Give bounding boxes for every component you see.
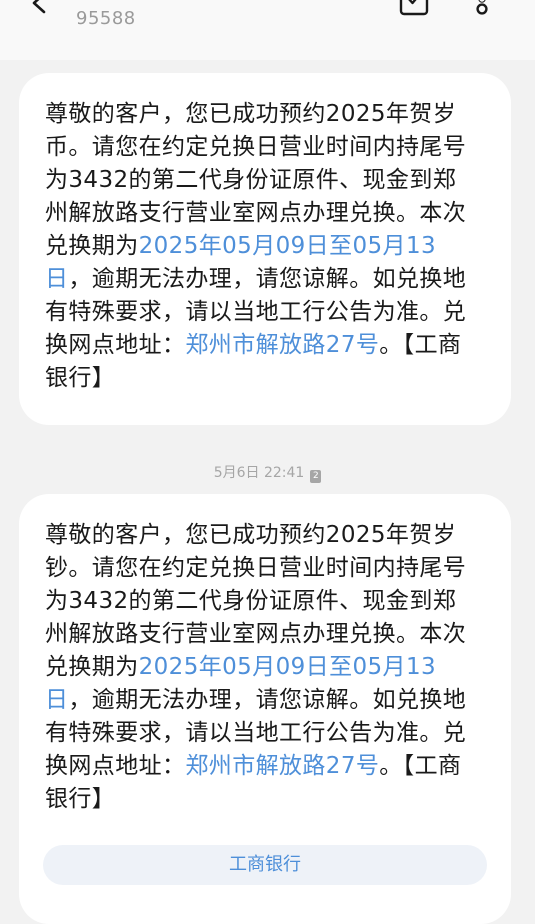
sender-number: 95588	[76, 8, 136, 29]
message-line: 币。请您在约定兑换日营业时间内持尾号	[45, 131, 490, 164]
message-line: 日，逾期无法办理，请您谅解。如兑换地	[45, 684, 490, 717]
message-line: 换网点地址：郑州市解放路27号。【工商	[45, 750, 490, 783]
more-vertical-icon[interactable]	[475, 0, 489, 18]
text-segment: 州解放路支行营业室网点办理兑换。本次	[45, 621, 467, 647]
message-line: 钞。请您在约定兑换日营业时间内持尾号	[45, 552, 490, 585]
message-line: 州解放路支行营业室网点办理兑换。本次	[45, 618, 490, 651]
address-link[interactable]: 郑州市解放路27号	[185, 753, 379, 779]
text-segment: 币。请您在约定兑换日营业时间内持尾号	[45, 134, 467, 160]
message-text: 尊敬的客户，您已成功预约2025年贺岁 币。请您在约定兑换日营业时间内持尾号 为…	[45, 98, 490, 395]
message-text: 尊敬的客户，您已成功预约2025年贺岁 钞。请您在约定兑换日营业时间内持尾号 为…	[45, 519, 490, 816]
text-segment: 州解放路支行营业室网点办理兑换。本次	[45, 200, 467, 226]
message-line: 州解放路支行营业室网点办理兑换。本次	[45, 197, 490, 230]
message-line: 为3432的第二代身份证原件、现金到郑	[45, 585, 490, 618]
message-line: 为3432的第二代身份证原件、现金到郑	[45, 164, 490, 197]
text-segment: ，逾期无法办理，请您谅解。如兑换地	[68, 266, 467, 292]
text-segment: 为3432的第二代身份证原件、现金到郑	[45, 167, 457, 193]
text-segment: 。【工商	[379, 332, 462, 358]
text-segment: 。【工商	[379, 753, 462, 779]
message-line: 换网点地址：郑州市解放路27号。【工商	[45, 329, 490, 362]
message-line: 兑换期为2025年05月09日至05月13	[45, 230, 490, 263]
timestamp-text: 5月6日 22:41	[213, 465, 305, 481]
date-link[interactable]: 2025年05月09日至05月13	[139, 233, 436, 259]
date-link[interactable]: 日	[45, 266, 68, 292]
text-segment: 银行】	[45, 365, 116, 391]
text-segment: 尊敬的客户，您已成功预约2025年贺岁	[45, 101, 457, 127]
back-arrow-icon[interactable]	[28, 0, 50, 14]
message-line: 有特殊要求，请以当地工行公告为准。兑	[45, 296, 490, 329]
message-line: 银行】	[45, 362, 490, 395]
message-bubble[interactable]: 尊敬的客户，您已成功预约2025年贺岁 钞。请您在约定兑换日营业时间内持尾号 为…	[19, 494, 511, 924]
message-line: 日，逾期无法办理，请您谅解。如兑换地	[45, 263, 490, 296]
message-timestamp: 5月6日 22:41 2	[0, 462, 535, 483]
message-line: 尊敬的客户，您已成功预约2025年贺岁	[45, 519, 490, 552]
message-line: 兑换期为2025年05月09日至05月13	[45, 651, 490, 684]
text-segment: 兑换期为	[45, 654, 139, 680]
message-bubble[interactable]: 尊敬的客户，您已成功预约2025年贺岁 币。请您在约定兑换日营业时间内持尾号 为…	[19, 73, 511, 425]
text-segment: 银行】	[45, 786, 116, 812]
sim-card-icon: 2	[310, 470, 322, 483]
text-segment: 兑换期为	[45, 233, 139, 259]
text-segment: 尊敬的客户，您已成功预约2025年贺岁	[45, 522, 457, 548]
conversation-header: 95588	[0, 0, 535, 60]
text-segment: 为3432的第二代身份证原件、现金到郑	[45, 588, 457, 614]
text-segment: 换网点地址：	[45, 332, 186, 358]
message-line: 银行】	[45, 783, 490, 816]
text-segment: 换网点地址：	[45, 753, 186, 779]
text-segment: 钞。请您在约定兑换日营业时间内持尾号	[45, 555, 467, 581]
message-line: 尊敬的客户，您已成功预约2025年贺岁	[45, 98, 490, 131]
quick-reply-button[interactable]: 工商银行	[43, 845, 487, 885]
address-link[interactable]: 郑州市解放路27号	[185, 332, 379, 358]
text-segment: ，逾期无法办理，请您谅解。如兑换地	[68, 687, 467, 713]
text-segment: 有特殊要求，请以当地工行公告为准。兑	[45, 299, 467, 325]
message-line: 有特殊要求，请以当地工行公告为准。兑	[45, 717, 490, 750]
calendar-check-icon[interactable]	[399, 0, 429, 18]
date-link[interactable]: 日	[45, 687, 68, 713]
text-segment: 有特殊要求，请以当地工行公告为准。兑	[45, 720, 467, 746]
date-link[interactable]: 2025年05月09日至05月13	[139, 654, 436, 680]
